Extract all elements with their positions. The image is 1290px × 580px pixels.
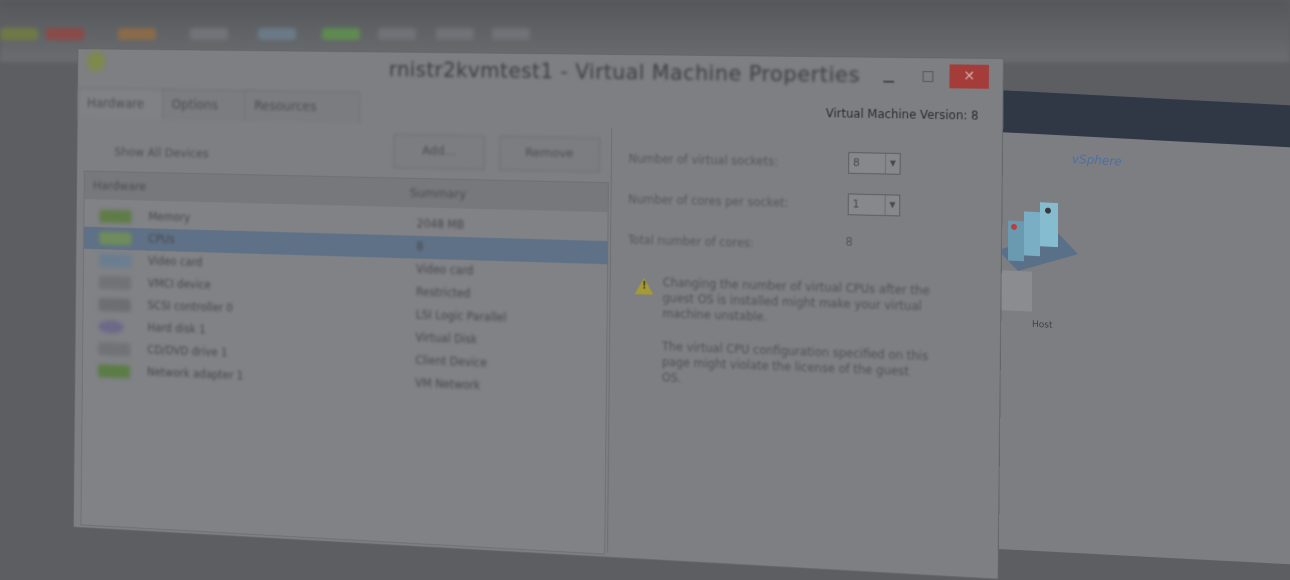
background-client-window: vSphere Host bbox=[960, 88, 1290, 564]
cpu-change-warning: Changing the number of virtual CPUs afte… bbox=[662, 275, 940, 331]
total-cores-value: 8 bbox=[845, 235, 853, 249]
row-hardware-name: Video card bbox=[148, 254, 203, 269]
hardware-table: Hardware Summary Memory 2048 MB CPUs 8 V… bbox=[81, 171, 609, 555]
row-summary: LSI Logic Parallel bbox=[416, 308, 507, 324]
video-card-icon bbox=[99, 254, 131, 268]
column-header-summary[interactable]: Summary bbox=[410, 186, 466, 202]
toolbar-icon[interactable] bbox=[0, 28, 38, 40]
cores-per-socket-label: Number of cores per socket: bbox=[628, 192, 788, 209]
tab-resources[interactable]: Resources bbox=[245, 90, 361, 123]
vm-version-label: Virtual Machine Version: 8 bbox=[826, 106, 979, 122]
chevron-down-icon: ▼ bbox=[885, 195, 900, 215]
row-summary: 8 bbox=[416, 240, 423, 253]
show-all-devices-checkbox[interactable]: Show All Devices bbox=[114, 145, 208, 161]
host-caption: Host bbox=[1032, 320, 1053, 331]
toolbar-icon[interactable] bbox=[436, 28, 474, 40]
toolbar-icon[interactable] bbox=[258, 28, 296, 40]
vm-properties-dialog: rnistr2kvmtest1 - Virtual Machine Proper… bbox=[73, 48, 1004, 579]
cores-per-socket-value: 1 bbox=[853, 198, 860, 211]
toolbar-icon[interactable] bbox=[118, 28, 156, 40]
row-summary: 2048 MB bbox=[417, 217, 465, 232]
row-hardware-name: Network adapter 1 bbox=[147, 365, 243, 382]
memory-icon bbox=[99, 210, 131, 224]
row-summary: VM Network bbox=[415, 376, 480, 392]
license-note: The virtual CPU configuration specified … bbox=[662, 339, 930, 396]
remove-hardware-button[interactable]: Remove bbox=[499, 136, 600, 173]
row-summary: Virtual Disk bbox=[415, 331, 477, 347]
hard-disk-icon bbox=[98, 320, 123, 334]
row-hardware-name: CD/DVD drive 1 bbox=[147, 343, 227, 359]
toolbar-icon[interactable] bbox=[378, 28, 416, 40]
row-summary: Restricted bbox=[416, 285, 471, 300]
vmci-device-icon bbox=[99, 276, 131, 290]
total-cores-label: Total number of cores: bbox=[628, 233, 754, 250]
row-hardware-name: Memory bbox=[148, 210, 190, 224]
row-hardware-name: Hard disk 1 bbox=[147, 321, 205, 336]
vsphere-logo: vSphere bbox=[1072, 152, 1122, 169]
add-hardware-button[interactable]: Add... bbox=[393, 134, 485, 170]
row-hardware-name: VMCI device bbox=[148, 277, 211, 292]
virtual-sockets-select[interactable]: 8 ▼ bbox=[848, 152, 901, 175]
cores-per-socket-select[interactable]: 1 ▼ bbox=[848, 193, 901, 216]
row-summary: Client Device bbox=[415, 353, 487, 369]
tab-hardware[interactable]: Hardware bbox=[78, 88, 175, 120]
row-hardware-name: SCSI controller 0 bbox=[148, 299, 233, 315]
row-hardware-name: CPUs bbox=[148, 232, 174, 246]
toolbar-icon[interactable] bbox=[492, 28, 530, 40]
row-summary: Video card bbox=[416, 262, 473, 277]
client-header-bar bbox=[960, 88, 1290, 147]
warning-icon: ! bbox=[635, 278, 654, 295]
cpu-icon bbox=[99, 232, 131, 246]
column-header-hardware[interactable]: Hardware bbox=[93, 179, 146, 194]
virtual-sockets-value: 8 bbox=[853, 156, 860, 169]
minimize-button[interactable]: ▁ bbox=[869, 63, 908, 87]
scsi-controller-icon bbox=[99, 298, 131, 312]
dialog-title: rnistr2kvmtest1 - Virtual Machine Proper… bbox=[389, 58, 861, 88]
cpu-settings-pane: Number of virtual sockets: 8 ▼ Number of… bbox=[607, 128, 991, 574]
hardware-pane: Show All Devices Add... Remove Hardware … bbox=[74, 119, 610, 553]
virtual-sockets-label: Number of virtual sockets: bbox=[629, 152, 778, 169]
vm-app-icon bbox=[87, 51, 106, 71]
toolbar-icon[interactable] bbox=[190, 28, 228, 40]
chevron-down-icon: ▼ bbox=[885, 154, 900, 174]
toolbar-icon[interactable] bbox=[46, 28, 84, 40]
maximize-button[interactable]: □ bbox=[908, 64, 947, 88]
close-button[interactable]: ✕ bbox=[949, 64, 989, 88]
toolbar-icon[interactable] bbox=[322, 28, 360, 40]
cd-dvd-drive-icon bbox=[98, 342, 130, 356]
tab-options[interactable]: Options bbox=[162, 89, 255, 121]
network-adapter-icon bbox=[98, 364, 130, 378]
